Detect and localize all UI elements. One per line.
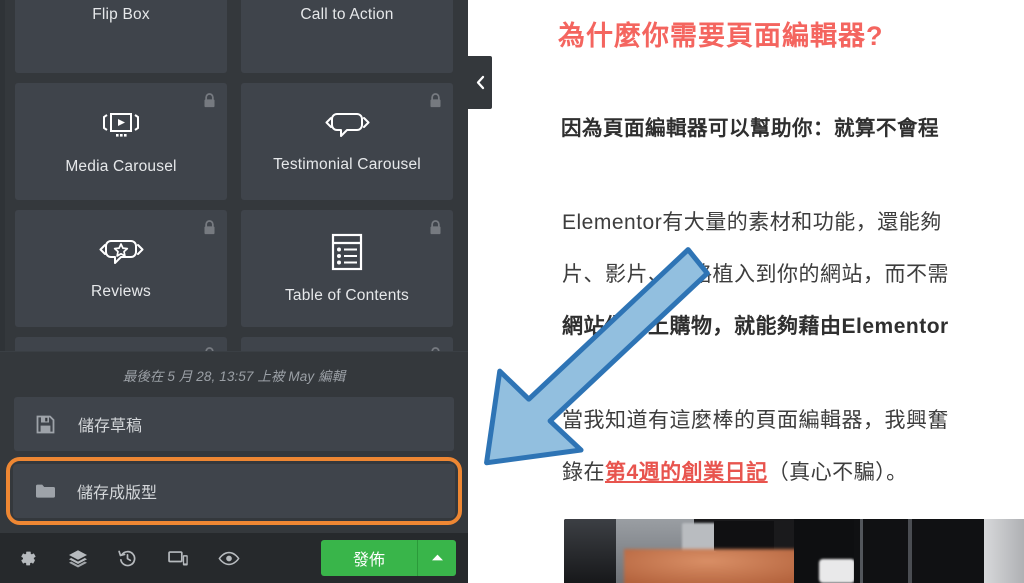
panel-collapse-button[interactable]: [468, 56, 492, 109]
widget-card[interactable]: Reviews: [15, 210, 227, 327]
widget-card[interactable]: Flip Box: [15, 0, 227, 73]
save-template-highlight: 儲存成版型: [6, 457, 462, 525]
body-line: 片、影片、表格植入到你的網站，而不需: [562, 263, 949, 286]
chevron-left-icon: [475, 75, 486, 90]
publish-button[interactable]: 發佈: [320, 540, 418, 576]
body-line: 網站做線上購物，就能夠藉由Elementor: [562, 315, 949, 338]
folder-icon: [35, 483, 57, 499]
media-carousel-icon: [99, 108, 143, 142]
floppy-disk-icon: [36, 415, 58, 434]
chevron-up-icon: [431, 549, 444, 567]
reviews-icon: [97, 237, 145, 267]
article-photo: [564, 519, 1024, 583]
save-draft-label: 儲存草稿: [78, 418, 143, 435]
lock-icon: [203, 220, 216, 235]
article-body: 為什麼你需要頁面編輯器? 因為頁面編輯器可以幫助你：就算不會程 Elemento…: [496, 0, 1024, 499]
page-title: 為什麼你需要頁面編輯器?: [558, 21, 884, 51]
lock-icon: [429, 220, 442, 235]
body-paragraph: Elementor有大量的素材和功能，還能夠 片、影片、表格植入到你的網站，而不…: [496, 155, 1024, 353]
widget-label: Table of Contents: [284, 286, 410, 304]
save-template-label: 儲存成版型: [77, 485, 158, 502]
save-template-button[interactable]: 儲存成版型: [13, 464, 455, 518]
widget-card[interactable]: Testimonial Carousel: [241, 83, 453, 200]
tail-paragraph: 當我知道有這麼棒的頁面編輯器，我興奮 錄在第4週的創業日記（真心不騙）。: [496, 353, 1024, 499]
testimonial-carousel-icon: [323, 110, 371, 140]
history-revisions-icon[interactable]: [118, 549, 168, 568]
editor-bottom-toolbar: 發佈: [0, 533, 468, 583]
widget-card[interactable]: Media Carousel: [15, 83, 227, 200]
elementor-editor-screen: Flip Box Call to Action Media Carousel Te…: [0, 0, 1024, 583]
diary-link[interactable]: 第4週的創業日記: [605, 461, 768, 484]
tail-prefix: 錄在: [562, 461, 605, 484]
responsive-mode-icon[interactable]: [168, 550, 218, 567]
last-edited-label: 最後在 5 月 28, 13:57 上被 May 編輯: [122, 369, 346, 384]
widget-card[interactable]: Call to Action: [241, 0, 453, 73]
widget-card[interactable]: Table of Contents: [241, 210, 453, 327]
panel-footer: 最後在 5 月 28, 13:57 上被 May 編輯 儲存草稿 儲存成版型 發…: [0, 351, 468, 583]
lock-icon: [429, 93, 442, 108]
tail-line: 當我知道有這麼棒的頁面編輯器，我興奮: [562, 409, 949, 432]
page-preview-area: 為什麼你需要頁面編輯器? 因為頁面編輯器可以幫助你：就算不會程 Elemento…: [468, 0, 1024, 583]
widget-label: Reviews: [91, 282, 151, 300]
preview-eye-icon[interactable]: [218, 551, 268, 566]
navigator-layers-icon[interactable]: [68, 549, 118, 568]
save-draft-button[interactable]: 儲存草稿: [14, 397, 454, 451]
tail-line-with-link: 錄在第4週的創業日記（真心不騙）。: [562, 447, 1024, 499]
publish-button-group: 發佈: [320, 540, 456, 576]
widget-label: Media Carousel: [65, 157, 177, 175]
widget-label: Flip Box: [92, 5, 150, 23]
lock-icon: [203, 93, 216, 108]
lead-paragraph: 因為頁面編輯器可以幫助你：就算不會程: [561, 117, 939, 140]
settings-gear-icon[interactable]: [18, 549, 68, 568]
body-line: Elementor有大量的素材和功能，還能夠: [562, 211, 942, 234]
publish-options-dropdown[interactable]: [418, 540, 456, 576]
widget-label: Call to Action: [300, 5, 394, 23]
widget-label: Testimonial Carousel: [273, 155, 421, 173]
table-of-contents-icon: [331, 233, 363, 271]
tail-suffix: （真心不騙）。: [767, 461, 908, 484]
